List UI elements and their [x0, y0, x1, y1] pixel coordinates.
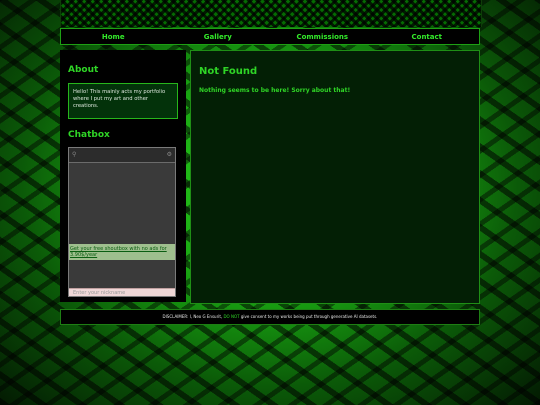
about-text: Hello! This mainly acts my portfolio whe…	[68, 83, 178, 119]
chatbox-widget[interactable]: ⚲ ⚙ Get your free shoutbox with no ads f…	[68, 147, 176, 297]
disclaimer-text-end: give consent to my works being put throu…	[240, 314, 378, 319]
sidebar: About Hello! This mainly acts my portfol…	[60, 50, 186, 302]
chatbox-heading: Chatbox	[68, 130, 110, 140]
nav-commissions-link[interactable]: Commissions	[270, 33, 375, 41]
nav-gallery-link[interactable]: Gallery	[166, 33, 271, 41]
about-heading: About	[68, 65, 99, 75]
nickname-input[interactable]: Enter your nickname	[69, 288, 175, 296]
not-found-message: Nothing seems to be here! Sorry about th…	[199, 87, 351, 94]
header-banner	[60, 0, 482, 27]
nav-home-link[interactable]: Home	[61, 33, 166, 41]
footer-disclaimer: DISCLAIMER: I, Neo G Ensurit, DO NOT giv…	[60, 309, 480, 325]
main-content: Not Found Nothing seems to be here! Sorr…	[190, 50, 480, 304]
disclaimer-text-start: DISCLAIMER: I, Neo G Ensurit,	[162, 314, 223, 319]
chatbox-promo-link[interactable]: Get your free shoutbox with no ads for 3…	[69, 244, 175, 260]
chatbox-toolbar: ⚲ ⚙	[69, 148, 175, 163]
nav-contact-link[interactable]: Contact	[375, 33, 480, 41]
settings-icon[interactable]: ⚙	[167, 151, 172, 158]
disclaimer-highlight: DO NOT	[223, 314, 240, 319]
search-icon[interactable]: ⚲	[72, 151, 76, 158]
page-title: Not Found	[199, 66, 258, 77]
top-nav: Home Gallery Commissions Contact	[60, 28, 480, 45]
